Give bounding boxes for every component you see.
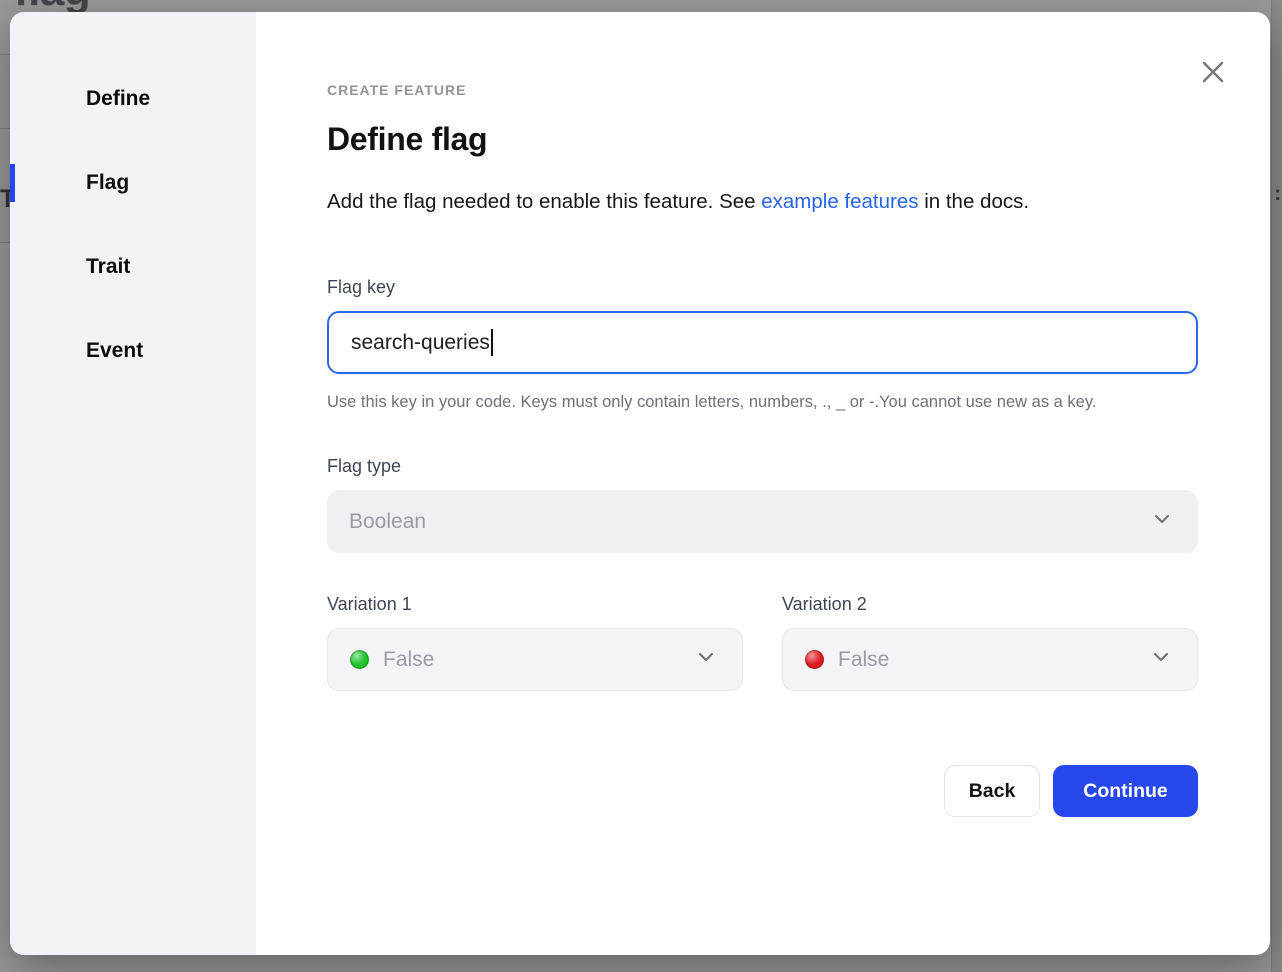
variation-2-value: False: [838, 648, 1151, 672]
flag-key-value: search-queries: [351, 331, 490, 355]
description-text: Add the flag needed to enable this featu…: [327, 190, 761, 213]
chevron-down-icon: [1151, 647, 1171, 672]
sidebar-item-label: Trait: [86, 255, 130, 279]
sidebar-item-event[interactable]: Event: [10, 309, 256, 393]
chevron-down-icon: [1152, 509, 1172, 534]
flag-key-label: Flag key: [327, 277, 1198, 298]
flag-type-select[interactable]: Boolean: [327, 490, 1198, 553]
sidebar-item-label: Event: [86, 339, 143, 363]
example-features-link[interactable]: example features: [761, 190, 918, 213]
variation-1-select[interactable]: False: [327, 628, 743, 691]
flag-type-value: Boolean: [349, 510, 1152, 534]
flag-key-input[interactable]: search-queries: [327, 311, 1198, 374]
flag-key-helper-text: Use this key in your code. Keys must onl…: [327, 391, 1183, 414]
modal-eyebrow: CREATE FEATURE: [327, 82, 1198, 98]
variation-1-status-dot: [350, 650, 369, 669]
chevron-down-icon: [696, 647, 716, 672]
flag-type-label: Flag type: [327, 456, 1198, 477]
continue-button[interactable]: Continue: [1053, 765, 1198, 817]
sidebar-item-label: Define: [86, 87, 150, 111]
sidebar-item-label: Flag: [86, 171, 129, 195]
variation-1-label: Variation 1: [327, 594, 743, 615]
sidebar-item-trait[interactable]: Trait: [10, 225, 256, 309]
sidebar-item-define[interactable]: Define: [10, 57, 256, 141]
sidebar-item-flag[interactable]: Flag: [10, 141, 256, 225]
create-feature-modal: Define Flag Trait Event CREATE FEATURE D…: [10, 12, 1270, 955]
text-caret: [491, 329, 493, 356]
back-button[interactable]: Back: [944, 765, 1040, 817]
variation-2-status-dot: [805, 650, 824, 669]
variation-1-field: Variation 1 False: [327, 594, 743, 691]
modal-step-sidebar: Define Flag Trait Event: [10, 12, 256, 955]
modal-title: Define flag: [327, 121, 1198, 158]
variations-row: Variation 1 False Variation 2 False: [327, 594, 1198, 691]
variation-2-label: Variation 2: [782, 594, 1198, 615]
modal-content: CREATE FEATURE Define flag Add the flag …: [256, 12, 1270, 955]
modal-description: Add the flag needed to enable this featu…: [327, 184, 1157, 220]
variation-1-value: False: [383, 648, 696, 672]
description-text: in the docs.: [919, 190, 1030, 213]
modal-footer: Back Continue: [327, 765, 1198, 817]
variation-2-field: Variation 2 False: [782, 594, 1198, 691]
variation-2-select[interactable]: False: [782, 628, 1198, 691]
